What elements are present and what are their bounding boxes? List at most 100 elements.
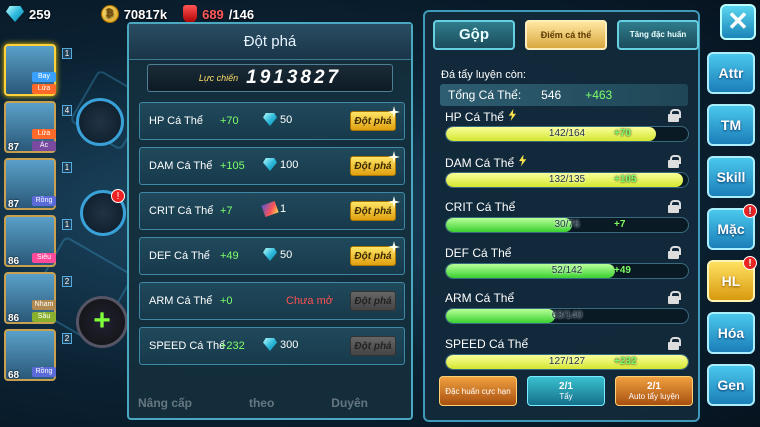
action-buttons: Đặc huấn cực hạn 2/1 Tẩy 2/1 Auto tẩy luyệ…: [439, 376, 693, 406]
party-slot[interactable]: 87 Rồng 1: [4, 158, 72, 210]
stat-bonus: +49: [614, 264, 631, 276]
breakthrough-row: ARM Cá Thể +0 Chưa mở Đột phá: [139, 282, 405, 320]
lock-icon[interactable]: [668, 291, 681, 304]
party-slot[interactable]: 86 Nham Sâu 2: [4, 272, 72, 324]
cost: 300: [263, 338, 298, 351]
cost: 50: [263, 113, 292, 126]
stat-name: DEF Cá Thể: [445, 245, 689, 262]
breakthrough-button[interactable]: Đột phá: [350, 291, 396, 311]
stat-bonus: +232: [220, 340, 245, 352]
slot-number: 4: [62, 105, 72, 116]
party-slot[interactable]: 68 Rồng 2: [4, 329, 72, 381]
breakthrough-button[interactable]: Đột phá: [350, 111, 396, 131]
party-list: Bay Lửa 1 87 Lửa Ác 4 87 Rồng 1 86 Siêu 1 86 Nham Sâu 2 6…: [4, 44, 78, 386]
cost-value: 1: [280, 203, 287, 215]
party-slot[interactable]: Bay Lửa 1: [4, 44, 72, 96]
side-nav-skill[interactable]: Skill: [707, 156, 755, 198]
training-panel: Gộp Điểm cá thể Tăng đặc huấn Đá tẩy luy…: [423, 10, 700, 422]
tab-individual-points[interactable]: Điểm cá thể: [525, 20, 607, 50]
stat-bonus: +232: [614, 355, 637, 367]
scroll-icon: [261, 200, 279, 218]
breakthrough-row: HP Cá Thể +70 50 Đột phá: [139, 102, 405, 140]
reroll-button[interactable]: 2/1 Tẩy: [527, 376, 605, 406]
stat-value: 132/135: [548, 173, 586, 185]
lock-icon[interactable]: [668, 200, 681, 213]
tab-special-training[interactable]: Tăng đặc huấn: [617, 20, 699, 50]
tab-merge[interactable]: Gộp: [433, 20, 515, 50]
breakthrough-button[interactable]: Đột phá: [350, 336, 396, 356]
stat-bar: 52/142 +49: [445, 262, 689, 279]
stat-bonus: +70: [220, 115, 239, 127]
coin-icon: ₿: [100, 5, 119, 23]
cost: 100: [263, 158, 298, 171]
gem-icon: [6, 6, 24, 22]
gem-counter: 259: [6, 6, 51, 22]
type-badge: Rồng: [32, 367, 56, 377]
stat-label: ARM Cá Thể: [149, 295, 213, 307]
stat-bonus: +70: [614, 128, 631, 139]
stat-value: 63/140: [551, 310, 583, 321]
lock-icon[interactable]: [668, 109, 681, 122]
add-slot-button[interactable]: +: [76, 296, 128, 348]
gem-icon: [263, 248, 277, 261]
stat-bar: 127/127 +232: [445, 353, 689, 370]
side-nav-hl[interactable]: HL!: [707, 256, 757, 302]
party-slot[interactable]: 86 Siêu 1: [4, 215, 72, 267]
stat-label: DAM Cá Thể: [149, 160, 213, 172]
bottom-nav: Nâng cấp theo Duyên: [138, 396, 368, 410]
pokemon-preview-icon[interactable]: [76, 98, 124, 146]
tab-bar: Gộp Điểm cá thể Tăng đặc huấn: [433, 20, 699, 50]
side-nav-gen[interactable]: Gen: [707, 364, 755, 406]
side-nav-attr[interactable]: Attr: [707, 52, 755, 94]
stat-value: 127/127: [548, 355, 586, 367]
alert-badge: !: [743, 256, 757, 270]
pokemon-level: 86: [8, 313, 20, 324]
breakthrough-button[interactable]: Đột phá: [350, 246, 396, 266]
stat-row: DEF Cá Thể 52/142 +49: [445, 245, 689, 279]
stat-row: HP Cá Thể 142/164 +70: [445, 109, 689, 142]
type-badge: Ác: [32, 141, 56, 151]
side-nav-tm[interactable]: TM: [707, 104, 755, 146]
slot-number: 2: [62, 333, 72, 344]
stat-label: HP Cá Thể: [149, 115, 204, 127]
stat-value: 30/76: [554, 219, 580, 230]
stat-bar: 132/135 +105: [445, 171, 689, 188]
stat-name: CRIT Cá Thể: [445, 200, 689, 216]
stat-bonus: +49: [220, 250, 239, 262]
pokemon-level: 87: [8, 142, 20, 153]
breakthrough-row: DEF Cá Thể +49 50 Đột phá: [139, 237, 405, 275]
stamina-flask-icon: [183, 5, 198, 23]
type-badge: Rồng: [32, 196, 56, 206]
lock-icon[interactable]: [668, 154, 681, 168]
stat-bonus: +7: [614, 219, 626, 230]
type-badge: Bay: [32, 72, 56, 82]
slot-number: 2: [62, 276, 72, 287]
auto-reroll-button[interactable]: 2/1 Auto tẩy luyện: [615, 376, 693, 406]
nav-upgrade[interactable]: Nâng cấp: [138, 396, 192, 410]
extreme-training-button[interactable]: Đặc huấn cực hạn: [439, 376, 517, 406]
lock-icon[interactable]: [668, 245, 681, 259]
nav-bond[interactable]: Duyên: [331, 396, 368, 410]
breakthrough-button[interactable]: Đột phá: [350, 201, 396, 221]
nav-follow[interactable]: theo: [249, 396, 274, 410]
type-badge: Nham: [32, 300, 56, 310]
breakthrough-button[interactable]: Đột phá: [350, 156, 396, 176]
side-nav-hóa[interactable]: Hóa: [707, 312, 755, 354]
type-badge: Lửa: [32, 129, 56, 139]
type-badge: Lửa: [32, 84, 56, 94]
stat-row: ARM Cá Thể 63/140: [445, 291, 689, 324]
stat-label: CRIT Cá Thể: [149, 205, 214, 217]
pokemon-level: 86: [8, 256, 20, 267]
breakthrough-row: CRIT Cá Thể +7 1 Đột phá: [139, 192, 405, 230]
close-button[interactable]: ✕: [720, 4, 756, 40]
lock-icon[interactable]: [668, 336, 681, 350]
plus-icon: +: [93, 304, 111, 337]
side-nav-mặc[interactable]: Mặc!: [707, 204, 757, 250]
gem-icon: [263, 338, 277, 351]
stat-name: SPEED Cá Thể: [445, 336, 689, 353]
gem-icon: [263, 113, 277, 126]
party-slot[interactable]: 87 Lửa Ác 4: [4, 101, 72, 153]
stat-row: CRIT Cá Thể 30/76 +7: [445, 200, 689, 233]
bag-icon[interactable]: !: [80, 189, 126, 236]
slot-number: 1: [62, 219, 72, 230]
